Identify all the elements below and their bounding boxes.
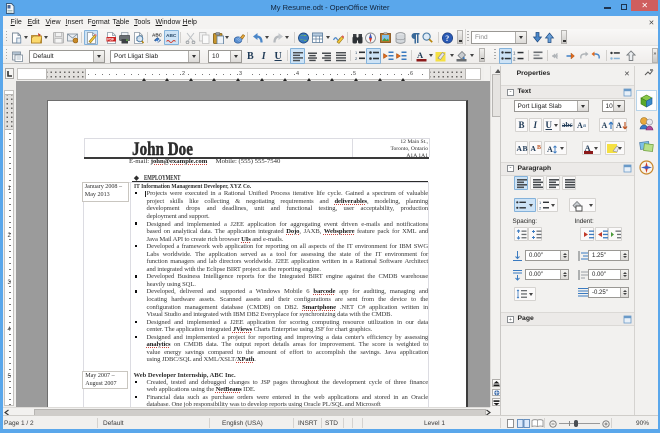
svg-text:PDF: PDF	[107, 37, 115, 41]
svg-text:A: A	[547, 145, 553, 154]
svg-text:ABC: ABC	[166, 33, 177, 39]
svg-text:?: ?	[445, 34, 449, 43]
svg-text:1: 1	[539, 200, 542, 205]
svg-text:1: 1	[355, 50, 358, 55]
svg-text:1: 1	[513, 50, 516, 55]
svg-text:ABC: ABC	[152, 32, 163, 37]
svg-text:A: A	[417, 50, 424, 60]
svg-text:2: 2	[513, 56, 516, 61]
svg-text:2: 2	[355, 56, 358, 61]
svg-text:2: 2	[539, 206, 542, 211]
